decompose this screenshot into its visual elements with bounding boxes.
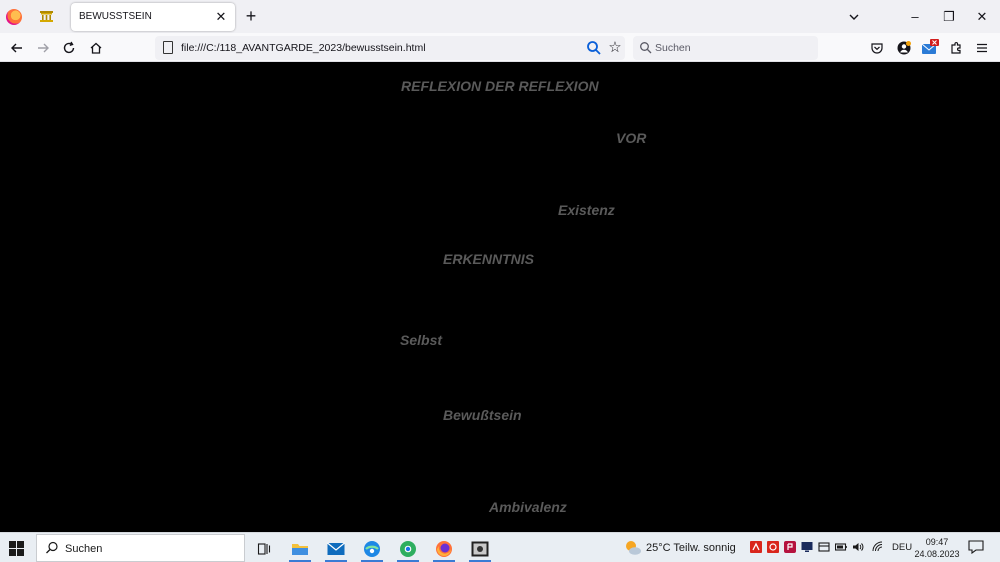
address-bar[interactable]: file:///C:/118_AVANTGARDE_2023/bewusstse… <box>155 36 625 60</box>
clock-date: 24.08.2023 <box>914 549 960 559</box>
account-icon <box>897 41 911 55</box>
firefox-view-icon[interactable] <box>6 9 22 25</box>
taskbar: Suchen 25°C Teilw. sonnig DEU 09:47 24.0… <box>0 532 1000 562</box>
pocket-icon <box>871 43 883 54</box>
chrome-browser-button[interactable] <box>393 535 423 562</box>
edge-icon <box>364 540 380 557</box>
volume-icon[interactable] <box>852 541 864 553</box>
chevron-down-icon[interactable] <box>845 8 863 26</box>
reload-icon <box>63 41 75 54</box>
close-window-button[interactable]: ✕ <box>971 6 993 28</box>
restore-button[interactable]: ❐ <box>938 6 960 28</box>
museum-icon <box>40 11 53 22</box>
word-bewusstsein: Bewußtsein <box>443 407 522 423</box>
firefox-button[interactable] <box>429 535 459 562</box>
search-bar[interactable]: Suchen <box>633 36 818 60</box>
forward-button[interactable] <box>32 37 54 59</box>
page-icon <box>163 41 173 54</box>
edge-browser-button[interactable] <box>357 535 387 562</box>
mail-extension-button[interactable] <box>920 38 940 58</box>
puzzle-icon <box>951 41 961 54</box>
app-tray-icon[interactable] <box>784 541 796 553</box>
account-button[interactable] <box>894 38 914 58</box>
url-text[interactable]: file:///C:/118_AVANTGARDE_2023/bewusstse… <box>181 42 426 54</box>
home-button[interactable] <box>85 37 107 59</box>
bookmark-star-icon[interactable]: ☆ <box>606 39 624 57</box>
hamburger-menu-icon <box>977 43 987 53</box>
word-vor: VOR <box>616 130 647 146</box>
windows-start-icon[interactable] <box>9 541 24 556</box>
firefox-icon <box>436 540 452 557</box>
page-content: REFLEXION DER REFLEXION VOR Existenz ERK… <box>0 62 1000 532</box>
mail-app-button[interactable] <box>321 535 351 562</box>
network-drive-tray-icon[interactable] <box>818 541 830 553</box>
taskbar-search[interactable]: Suchen <box>36 534 245 562</box>
folder-icon <box>292 543 308 555</box>
task-view-button[interactable] <box>249 535 279 562</box>
search-icon <box>46 541 58 554</box>
antivirus-tray-icon[interactable] <box>750 541 762 553</box>
word-erkenntnis: ERKENNTNIS <box>443 251 535 267</box>
tab-bewusstsein[interactable]: BEWUSSTSEIN ✕ <box>71 3 235 31</box>
weather-icon[interactable] <box>624 539 642 557</box>
search-icon[interactable] <box>586 40 602 56</box>
home-icon <box>90 42 102 54</box>
arrow-right-icon <box>38 43 49 53</box>
image-viewer-icon <box>471 541 489 556</box>
word-existenz: Existenz <box>558 202 615 218</box>
pocket-button[interactable] <box>867 38 887 58</box>
task-view-icon <box>257 542 271 555</box>
monitor-tray-icon[interactable] <box>801 541 813 553</box>
word-ambivalenz: Ambivalenz <box>489 499 567 515</box>
reload-button[interactable] <box>58 37 80 59</box>
search-icon <box>640 42 652 54</box>
language-indicator[interactable]: DEU <box>892 542 912 553</box>
menu-button[interactable] <box>972 38 992 58</box>
security-tray-icon[interactable] <box>767 541 779 553</box>
globe-icon <box>400 540 416 557</box>
envelope-icon <box>327 542 345 555</box>
wifi-icon[interactable] <box>872 541 884 553</box>
notification-icon[interactable] <box>968 540 984 554</box>
extensions-button[interactable] <box>946 38 966 58</box>
photo-viewer-button[interactable] <box>465 535 495 562</box>
tab-title: BEWUSSTSEIN <box>79 11 152 22</box>
clock-time: 09:47 <box>925 537 949 547</box>
mail-icon <box>921 39 939 54</box>
tab-bar: BEWUSSTSEIN ✕ + – ❐ ✕ <box>0 0 1000 33</box>
arrow-left-icon <box>11 43 22 53</box>
new-tab-button[interactable]: + <box>241 7 261 27</box>
weather-text[interactable]: 25°C Teilw. sonnig <box>646 542 736 554</box>
word-selbst: Selbst <box>400 332 443 348</box>
pinned-tab[interactable] <box>33 4 61 30</box>
word-reflexion-der-reflexion: REFLEXION DER REFLEXION <box>401 78 599 94</box>
taskbar-search-label: Suchen <box>65 543 103 555</box>
minimize-button[interactable]: – <box>904 6 926 28</box>
search-placeholder: Suchen <box>655 42 691 54</box>
navigation-bar: file:///C:/118_AVANTGARDE_2023/bewusstse… <box>0 33 1000 62</box>
close-tab-icon[interactable]: ✕ <box>213 9 229 25</box>
battery-icon[interactable] <box>835 541 847 553</box>
file-explorer-button[interactable] <box>285 535 315 562</box>
clock[interactable]: 09:47 24.08.2023 <box>912 536 962 560</box>
back-button[interactable] <box>6 37 28 59</box>
